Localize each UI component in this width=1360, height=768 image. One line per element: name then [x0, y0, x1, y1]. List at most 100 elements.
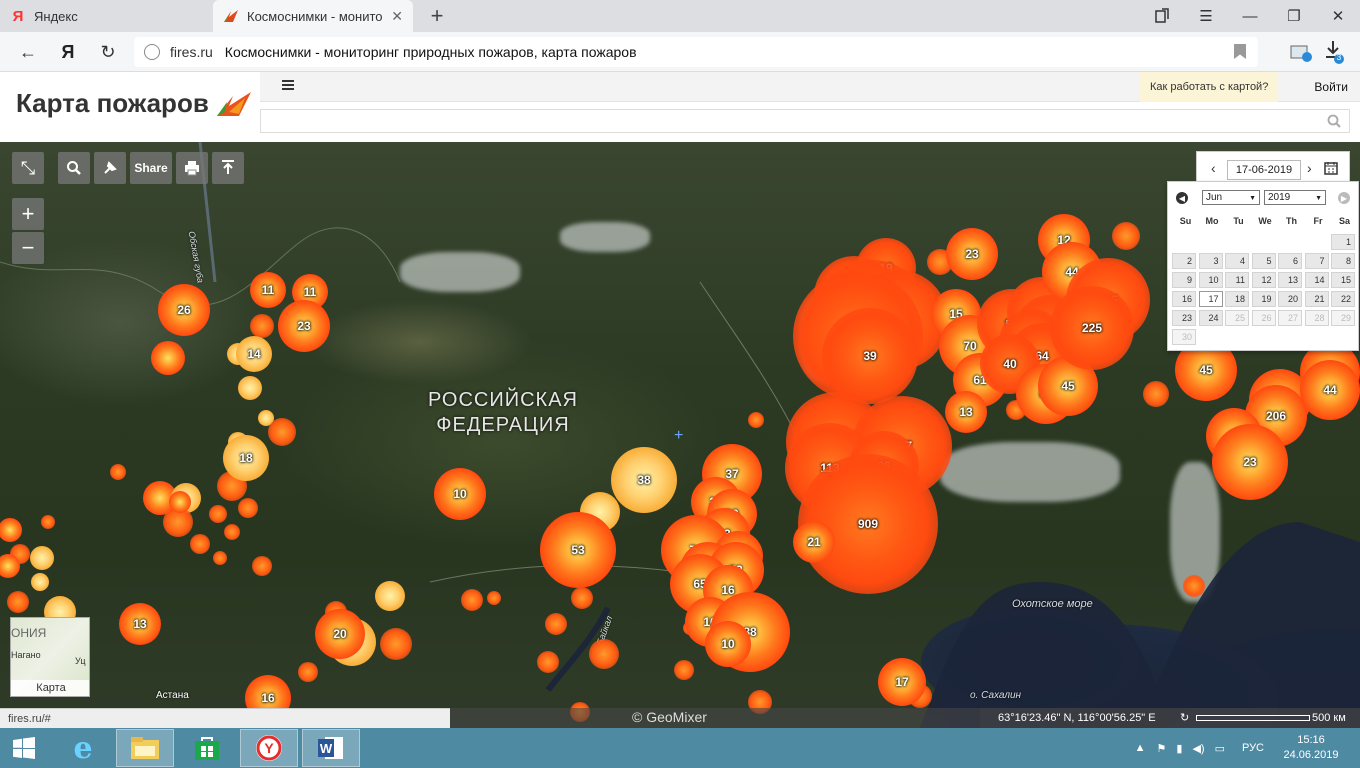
calendar-day[interactable]: 17	[1198, 291, 1223, 307]
bookmarks-manager-icon[interactable]	[1140, 0, 1184, 32]
browser-menu-icon[interactable]: ☰	[1184, 0, 1228, 32]
search-icon[interactable]	[1327, 114, 1341, 128]
site-logo[interactable]: Карта пожаров	[16, 88, 253, 119]
draw-tool-button[interactable]	[94, 152, 126, 184]
fire-point[interactable]	[169, 491, 191, 513]
fire-cluster[interactable]: 10	[434, 468, 486, 520]
fire-point[interactable]	[1143, 381, 1169, 407]
fire-cluster[interactable]: 53	[540, 512, 616, 588]
fire-point[interactable]	[589, 639, 619, 669]
fire-point[interactable]	[224, 524, 240, 540]
calendar-day[interactable]: 1	[1331, 234, 1355, 250]
bookmark-icon[interactable]	[1234, 44, 1246, 59]
calendar-day[interactable]: 6	[1278, 253, 1302, 269]
fire-point[interactable]	[238, 498, 258, 518]
volume-icon[interactable]: ◀)	[1192, 742, 1204, 755]
next-date-arrow-icon[interactable]: ›	[1307, 160, 1312, 176]
month-select[interactable]: Jun	[1202, 190, 1260, 205]
tab-yandex[interactable]: Я Яндекс	[0, 0, 212, 32]
prev-month-icon[interactable]: ◀	[1176, 192, 1188, 204]
network-icon[interactable]: ▮	[1176, 742, 1182, 755]
fire-cluster[interactable]: 10	[705, 621, 751, 667]
reload-icon[interactable]: ↻	[94, 38, 122, 66]
search-tool-button[interactable]	[58, 152, 90, 184]
fire-point[interactable]	[31, 573, 49, 591]
fire-point[interactable]	[238, 376, 262, 400]
taskbar-explorer[interactable]	[116, 729, 174, 767]
back-arrow-icon[interactable]: ←	[14, 38, 42, 66]
fire-map[interactable]: РОССИЙСКАЯ ФЕДЕРАЦИЯ Охотское море о. Са…	[0, 142, 1360, 728]
calendar-day[interactable]: 16	[1172, 291, 1196, 307]
fire-cluster[interactable]: 38	[611, 447, 677, 513]
fire-cluster[interactable]: 23	[946, 228, 998, 280]
downloads-icon[interactable]: 3	[1324, 40, 1346, 67]
close-tab-icon[interactable]: ✕	[391, 8, 403, 25]
fire-cluster[interactable]: 23	[278, 300, 330, 352]
fire-cluster[interactable]: 13	[945, 391, 987, 433]
taskbar-word[interactable]: W	[302, 729, 360, 767]
calendar-day[interactable]: 10	[1198, 272, 1223, 288]
fire-cluster[interactable]: 21	[793, 521, 835, 563]
url-field[interactable]: fires.ru Космоснимки - мониторинг природ…	[134, 37, 1258, 67]
new-tab-button[interactable]: +	[424, 3, 450, 29]
fire-point[interactable]	[674, 660, 694, 680]
fire-point[interactable]	[7, 591, 29, 613]
yandex-home-icon[interactable]: Я	[54, 38, 82, 66]
battery-icon[interactable]: ▭	[1215, 742, 1225, 755]
calendar-day[interactable]: 20	[1278, 291, 1302, 307]
date-input[interactable]: 17-06-2019	[1227, 160, 1301, 180]
calendar-day[interactable]: 23	[1172, 310, 1196, 326]
fire-cluster[interactable]: 13	[119, 603, 161, 645]
clock[interactable]: 15:16 24.06.2019	[1276, 733, 1346, 763]
calendar-day[interactable]: 12	[1251, 272, 1276, 288]
fire-point[interactable]	[461, 589, 483, 611]
minimap-toggle[interactable]: ОНИЯ Нагано Уц Карта	[10, 617, 90, 697]
hamburger-menu-icon[interactable]	[282, 80, 294, 90]
fire-point[interactable]	[545, 613, 567, 635]
start-button[interactable]	[0, 729, 48, 767]
fire-point[interactable]	[209, 505, 227, 523]
coordinates-readout[interactable]: 63°16'23.46" N, 116°00'56.25" E	[998, 708, 1156, 728]
next-month-icon[interactable]: ▶	[1338, 192, 1350, 204]
geomixer-attribution[interactable]: © GeoMixer	[632, 709, 707, 725]
fire-cluster[interactable]: 26	[158, 284, 210, 336]
fire-cluster[interactable]: 44	[1300, 360, 1360, 420]
fire-cluster[interactable]: 14	[236, 336, 272, 372]
calendar-day[interactable]: 9	[1172, 272, 1196, 288]
fire-point[interactable]	[537, 651, 559, 673]
zoom-in-button[interactable]: +	[12, 198, 44, 230]
fire-point[interactable]	[298, 662, 318, 682]
tab-fires[interactable]: Космоснимки - монито ✕	[213, 0, 413, 32]
fullscreen-collapse-button[interactable]: ⤡	[12, 152, 44, 184]
fire-cluster[interactable]: 17	[878, 658, 926, 706]
login-link[interactable]: Войти	[1314, 72, 1348, 102]
coords-refresh-icon[interactable]: ↻	[1180, 708, 1189, 728]
print-button[interactable]	[176, 152, 208, 184]
language-indicator[interactable]: РУС	[1242, 742, 1264, 754]
prev-date-arrow-icon[interactable]: ‹	[1211, 160, 1216, 176]
year-select[interactable]: 2019	[1264, 190, 1326, 205]
calendar-day[interactable]: 11	[1225, 272, 1249, 288]
fire-point[interactable]	[190, 534, 210, 554]
fire-point[interactable]	[1112, 222, 1140, 250]
calendar-day[interactable]: 15	[1331, 272, 1355, 288]
calendar-day[interactable]: 8	[1331, 253, 1355, 269]
fire-point[interactable]	[571, 587, 593, 609]
tray-overflow-icon[interactable]: ▲	[1135, 742, 1146, 754]
fire-point[interactable]	[110, 464, 126, 480]
calendar-day[interactable]: 13	[1278, 272, 1302, 288]
calendar-day[interactable]: 7	[1304, 253, 1329, 269]
calendar-day[interactable]: 21	[1304, 291, 1329, 307]
calendar-icon[interactable]	[1324, 161, 1338, 178]
fire-point[interactable]	[268, 418, 296, 446]
taskbar-yandex-browser[interactable]: Y	[240, 729, 298, 767]
fire-point[interactable]	[375, 581, 405, 611]
fire-cluster[interactable]: 225	[1050, 286, 1134, 370]
zoom-out-button[interactable]: −	[12, 232, 44, 264]
taskbar-ie[interactable]: e	[54, 729, 112, 767]
map-search-input[interactable]	[260, 109, 1350, 133]
calendar-day[interactable]: 5	[1251, 253, 1276, 269]
fire-cluster[interactable]: 23	[1212, 424, 1288, 500]
fire-point[interactable]	[487, 591, 501, 605]
calendar-day[interactable]: 14	[1304, 272, 1329, 288]
